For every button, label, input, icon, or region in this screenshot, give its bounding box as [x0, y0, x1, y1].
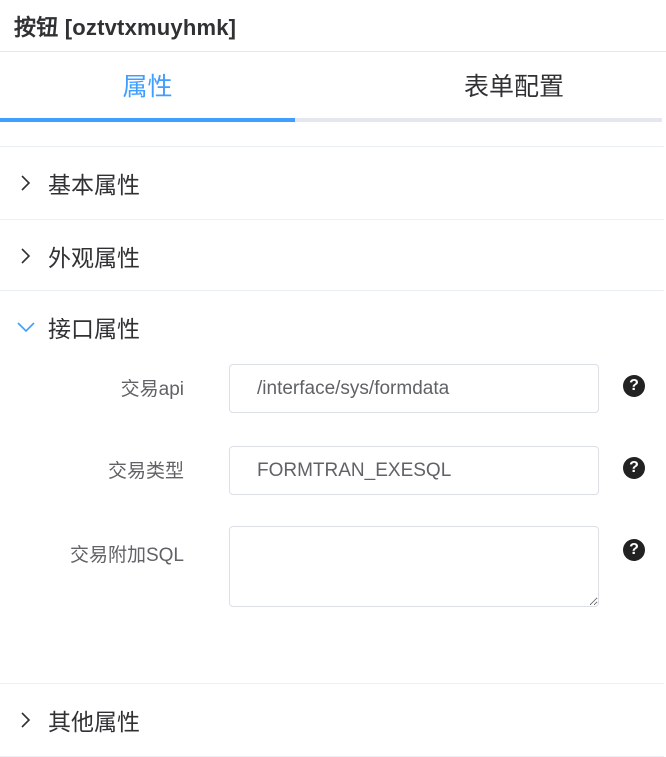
- section-appearance-header[interactable]: 外观属性: [0, 220, 664, 292]
- section-basic-header[interactable]: 基本属性: [0, 147, 664, 219]
- type-input[interactable]: [229, 446, 599, 495]
- tab-bar: 属性 表单配置: [0, 52, 662, 122]
- active-tab-indicator: [0, 118, 295, 122]
- chevron-right-icon: [0, 220, 48, 292]
- tab-form-config[interactable]: 表单配置: [366, 52, 662, 118]
- api-input[interactable]: [229, 364, 599, 413]
- question-circle-icon[interactable]: ?: [623, 457, 645, 479]
- section-appearance-label: 外观属性: [48, 245, 140, 271]
- section-other-label: 其他属性: [48, 709, 140, 735]
- section-basic-label: 基本属性: [48, 172, 140, 198]
- chevron-right-icon: [0, 684, 48, 756]
- section-other: 其他属性: [0, 683, 664, 757]
- section-interface: 接口属性: [0, 290, 664, 363]
- sql-textarea[interactable]: [229, 526, 599, 607]
- panel-title: 按钮 [oztvtxmuyhmk]: [14, 14, 237, 40]
- question-circle-icon[interactable]: ?: [623, 375, 645, 397]
- chevron-down-icon: [0, 291, 48, 363]
- chevron-right-icon: [0, 147, 48, 219]
- section-interface-label: 接口属性: [48, 316, 140, 342]
- section-other-header[interactable]: 其他属性: [0, 684, 664, 756]
- tab-properties[interactable]: 属性: [0, 52, 295, 118]
- panel-header: 按钮 [oztvtxmuyhmk]: [0, 0, 666, 52]
- question-circle-icon[interactable]: ?: [623, 539, 645, 561]
- sql-label: 交易附加SQL: [69, 545, 184, 566]
- section-interface-header[interactable]: 接口属性: [0, 291, 664, 363]
- section-basic: 基本属性: [0, 146, 664, 219]
- api-label: 交易api: [120, 379, 184, 400]
- section-appearance: 外观属性: [0, 219, 664, 292]
- type-label: 交易类型: [107, 461, 184, 482]
